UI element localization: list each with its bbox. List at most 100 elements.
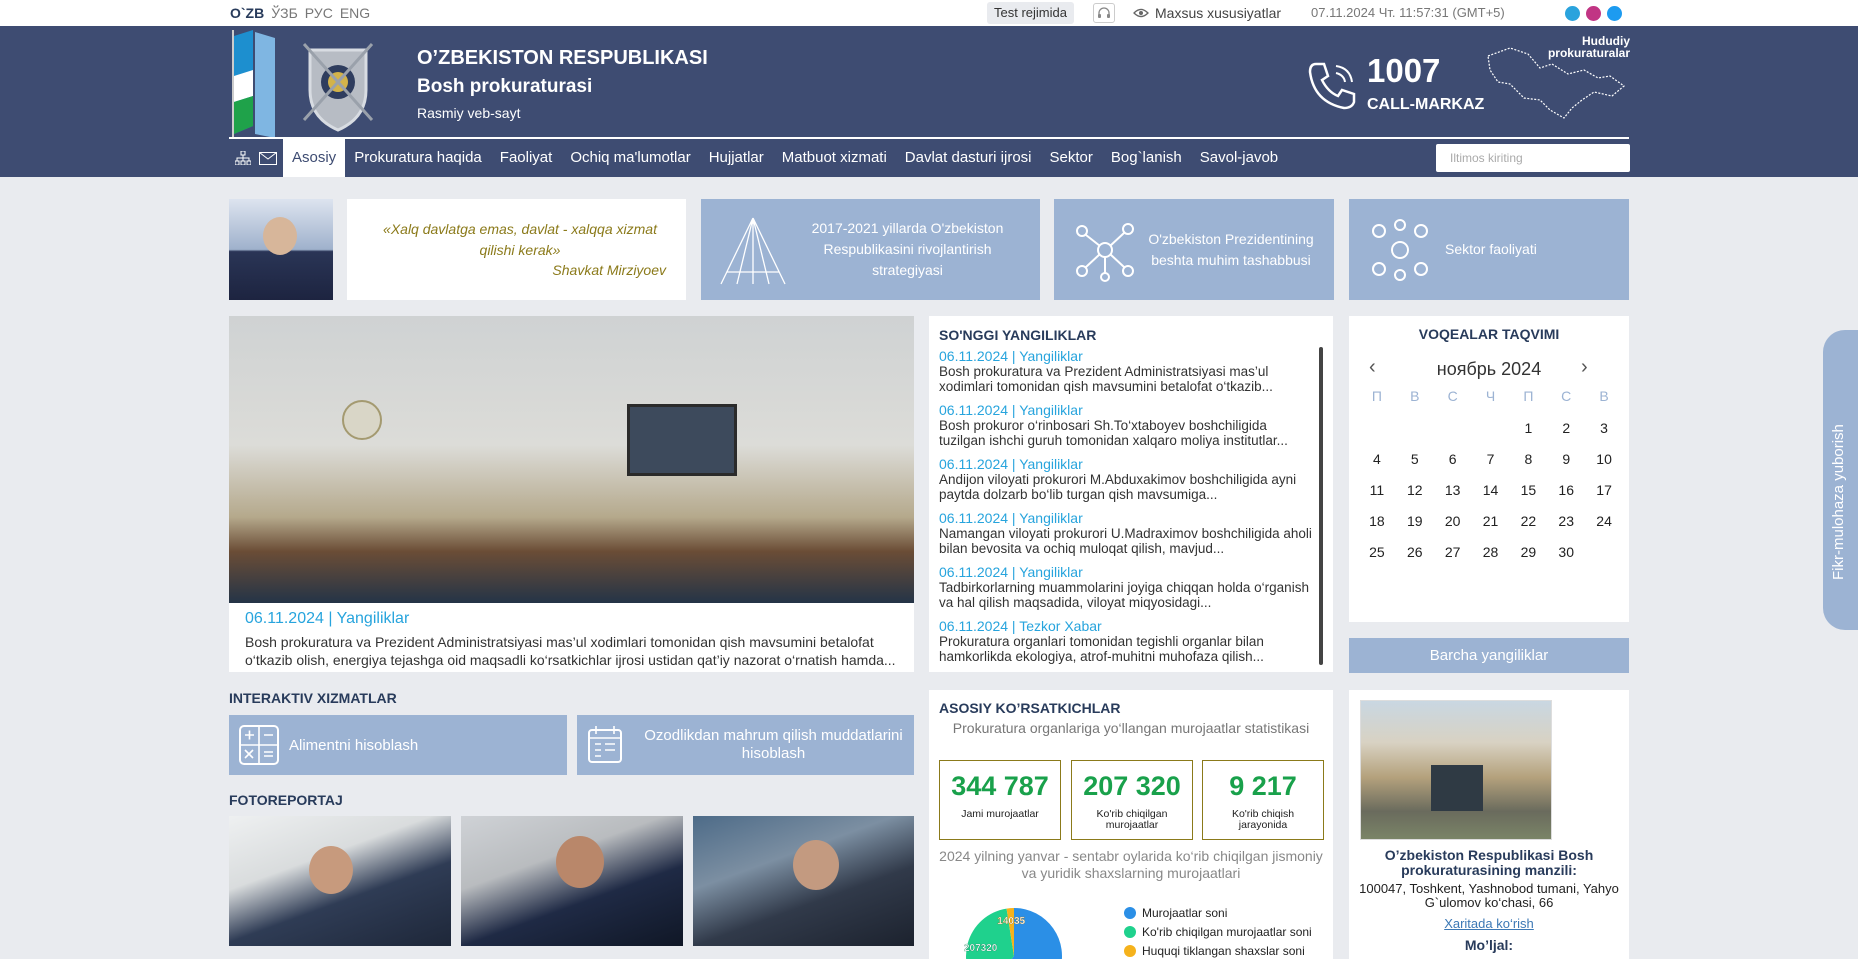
news-text[interactable]: Prokuratura organlari tomonidan tegishli… [939, 634, 1317, 664]
nav-contact[interactable]: Bog`lanish [1102, 139, 1191, 177]
news-item[interactable]: 06.11.2024 | Yangiliklar Andijon viloyati… [939, 456, 1317, 502]
calendar-day[interactable]: 23 [1547, 513, 1585, 534]
calendar-day[interactable]: 27 [1434, 544, 1472, 565]
main-nav: Asosiy Prokuratura haqida Faoliyat Ochiq… [229, 139, 1287, 177]
special-features-link[interactable]: Maxsus xususiyatlar [1133, 5, 1281, 21]
address-text: 100047, Toshkent, Yashnobod tumani, Yahy… [1359, 881, 1619, 910]
news-meta[interactable]: 06.11.2024 | Yangiliklar [939, 456, 1317, 472]
calendar-weekday: Ч [1485, 388, 1496, 404]
news-meta[interactable]: 06.11.2024 | Yangiliklar [939, 510, 1317, 526]
news-item[interactable]: 06.11.2024 | Yangiliklar Bosh prokuror o‘… [939, 402, 1317, 448]
nav-about[interactable]: Prokuratura haqida [345, 139, 491, 177]
calendar-day[interactable]: 17 [1585, 482, 1623, 503]
chart-legend: Murojaatlar soni Ko'rib chiqilgan murojaa… [1124, 906, 1312, 959]
map-link[interactable]: Xaritada ko‘rish [1355, 916, 1623, 931]
tile-strategy[interactable]: 2017-2021 yillarda O'zbekiston Respublik… [701, 199, 1040, 300]
alimony-calculator-label: Alimentni hisoblash [289, 736, 419, 754]
news-text[interactable]: Andijon viloyati prokurori M.Abduxakimov… [939, 472, 1317, 502]
lang-uz-latin[interactable]: O`ZB [230, 5, 264, 21]
nav-home[interactable]: Asosiy [283, 139, 346, 177]
alimony-calculator-button[interactable]: Alimentni hisoblash [229, 715, 567, 775]
legend-item: Ko'rib chiqilgan murojaatlar soni [1124, 925, 1312, 939]
sentence-calculator-button[interactable]: Ozodlikdan mahrum qilish muddatlarini hi… [577, 715, 914, 775]
feature-news-meta[interactable]: 06.11.2024 | Yangiliklar [245, 610, 409, 628]
monument-icon [720, 217, 786, 284]
news-text[interactable]: Bosh prokuratura va Prezident Administra… [939, 364, 1317, 394]
feature-news-text[interactable]: Bosh prokuratura va Prezident Administra… [245, 633, 902, 669]
regional-prosecutors-link[interactable]: Hududiy prokuraturalar [1536, 35, 1630, 59]
calendar-day[interactable]: 28 [1472, 544, 1510, 565]
calendar-day[interactable]: 4 [1358, 451, 1396, 472]
calendar-day[interactable]: 6 [1434, 451, 1472, 472]
news-meta[interactable]: 06.11.2024 | Yangiliklar [939, 564, 1317, 580]
calendar-day[interactable]: 18 [1358, 513, 1396, 534]
instagram-icon[interactable] [1586, 6, 1601, 21]
nav-documents[interactable]: Hujjatlar [700, 139, 773, 177]
test-mode-button[interactable]: Test rejimida [987, 2, 1074, 24]
calendar-day[interactable]: 26 [1396, 544, 1434, 565]
stat-total-label: Jami murojaatlar [961, 808, 1039, 820]
news-item[interactable]: 06.11.2024 | Yangiliklar Bosh prokuratura… [939, 348, 1317, 394]
search-input[interactable] [1436, 144, 1630, 172]
news-text[interactable]: Tadbirkorlarning muammolarini joyiga chi… [939, 580, 1317, 610]
calendar-day[interactable]: 3 [1585, 420, 1623, 441]
news-meta[interactable]: 06.11.2024 | Yangiliklar [939, 402, 1317, 418]
photo-2[interactable] [461, 816, 683, 946]
calendar-day[interactable]: 25 [1358, 544, 1396, 565]
calendar-day[interactable]: 30 [1547, 544, 1585, 565]
calendar-day[interactable]: 7 [1472, 451, 1510, 472]
chevron-right-icon[interactable]: › [1581, 356, 1588, 379]
calendar-day[interactable]: 12 [1396, 482, 1434, 503]
calendar-day[interactable]: 9 [1547, 451, 1585, 472]
feature-news-image[interactable] [229, 316, 914, 603]
nav-state-program[interactable]: Davlat dasturi ijrosi [896, 139, 1041, 177]
news-meta[interactable]: 06.11.2024 | Yangiliklar [939, 348, 1317, 364]
sitemap-icon[interactable] [235, 151, 251, 165]
news-meta[interactable]: 06.11.2024 | Tezkor Xabar [939, 618, 1317, 634]
news-item[interactable]: 06.11.2024 | Yangiliklar Namangan viloyat… [939, 510, 1317, 556]
telegram-icon[interactable] [1565, 6, 1580, 21]
news-text[interactable]: Bosh prokuror o‘rinbosari Sh.To‘xtaboyev… [939, 418, 1317, 448]
calendar-weekday: В [1599, 388, 1609, 404]
tile-initiatives[interactable]: O'zbekiston Prezidentining beshta muhim … [1054, 199, 1334, 300]
calendar-day[interactable]: 21 [1472, 513, 1510, 534]
news-text[interactable]: Namangan viloyati prokurori U.Madraximov… [939, 526, 1317, 556]
news-scrollbar[interactable] [1319, 347, 1323, 665]
key-indicators-title: ASOSIY KO’RSATKICHLAR [939, 700, 1121, 716]
call-center-number[interactable]: 1007 [1367, 52, 1440, 90]
calendar-day[interactable]: 1 [1509, 420, 1547, 441]
headphones-icon[interactable] [1093, 3, 1115, 23]
nav-press[interactable]: Matbuot xizmati [773, 139, 896, 177]
calendar-day[interactable]: 16 [1547, 482, 1585, 503]
all-news-button[interactable]: Barcha yangiliklar [1349, 638, 1629, 673]
news-item[interactable]: 06.11.2024 | Yangiliklar Tadbirkorlarning… [939, 564, 1317, 610]
news-item[interactable]: 06.11.2024 | Tezkor Xabar Prokuratura org… [939, 618, 1317, 664]
calendar-day[interactable]: 20 [1434, 513, 1472, 534]
calendar-day[interactable]: 5 [1396, 451, 1434, 472]
calendar-day[interactable]: 19 [1396, 513, 1434, 534]
lang-en[interactable]: ENG [340, 5, 370, 21]
photo-3[interactable] [693, 816, 914, 946]
calendar-day[interactable]: 14 [1472, 482, 1510, 503]
calendar-day[interactable]: 8 [1509, 451, 1547, 472]
mail-icon[interactable] [259, 151, 277, 165]
calendar-day[interactable]: 13 [1434, 482, 1472, 503]
calendar-day[interactable]: 2 [1547, 420, 1585, 441]
lang-ru[interactable]: РУС [305, 5, 333, 21]
nav-open-data[interactable]: Ochiq ma'lumotlar [561, 139, 699, 177]
calendar-day[interactable]: 11 [1358, 482, 1396, 503]
tile-sector[interactable]: Sektor faoliyati [1349, 199, 1629, 300]
building-photo[interactable] [1360, 700, 1552, 840]
calendar-day[interactable]: 29 [1509, 544, 1547, 565]
twitter-icon[interactable] [1607, 6, 1622, 21]
calendar-day[interactable]: 10 [1585, 451, 1623, 472]
nav-activity[interactable]: Faoliyat [491, 139, 562, 177]
calendar-day[interactable]: 24 [1585, 513, 1623, 534]
nav-faq[interactable]: Savol-javob [1191, 139, 1287, 177]
calendar-day[interactable]: 15 [1509, 482, 1547, 503]
calendar-day[interactable]: 22 [1509, 513, 1547, 534]
nav-sector[interactable]: Sektor [1041, 139, 1102, 177]
lang-uz-cyrillic[interactable]: ЎЗБ [271, 5, 298, 21]
photo-1[interactable] [229, 816, 451, 946]
phone-icon [1308, 62, 1356, 110]
